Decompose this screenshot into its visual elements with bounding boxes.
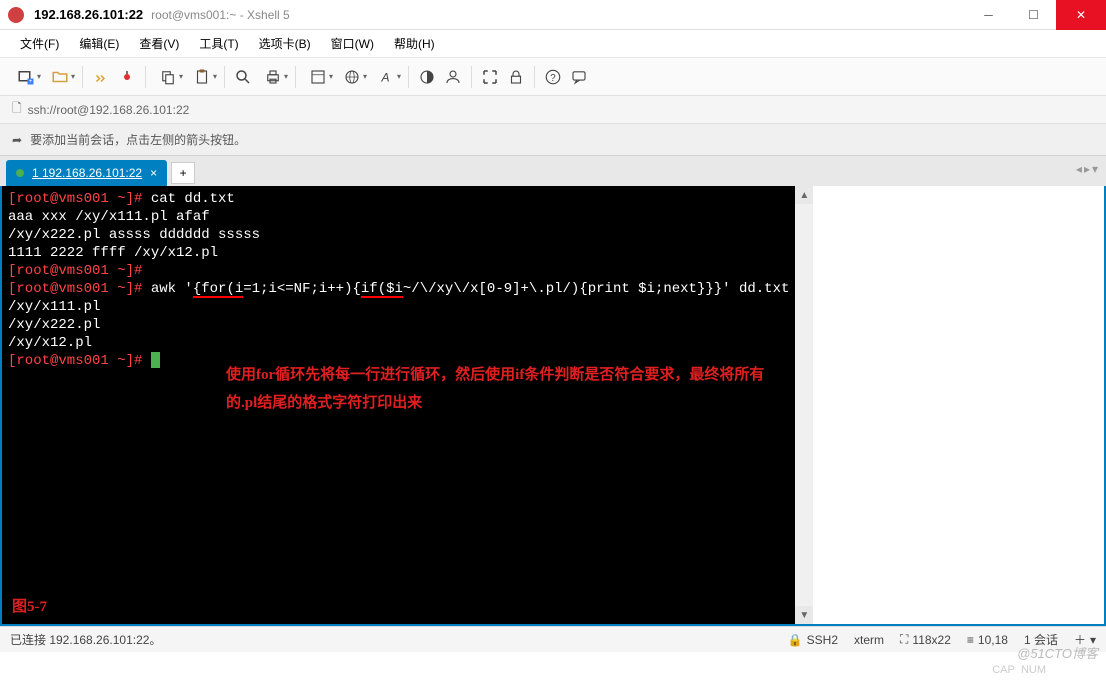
output-line: aaa xxx /xy/x111.pl afaf (8, 208, 789, 226)
window-controls: ─ ☐ ✕ (966, 0, 1106, 30)
tab-nav: ◂ ▸ ▾ (1076, 162, 1098, 176)
status-pos: ≡ 10,18 (967, 633, 1008, 647)
command: cat dd.txt (142, 191, 234, 207)
window-title-main: 192.168.26.101:22 (34, 7, 143, 22)
search-button[interactable] (231, 65, 255, 89)
app-icon (8, 7, 24, 23)
hint-arrow-icon[interactable]: ➦ (12, 133, 22, 147)
separator (408, 66, 409, 88)
separator (145, 66, 146, 88)
svg-text:+: + (29, 79, 33, 85)
prompt: [root@vms001 ~]# (8, 281, 142, 297)
address-url[interactable]: ssh://root@192.168.26.101:22 (28, 103, 190, 117)
output-line: /xy/x222.pl assss dddddd sssss (8, 226, 789, 244)
titlebar-text: 192.168.26.101:22 root@vms001:~ - Xshell… (34, 7, 966, 22)
cursor (151, 352, 160, 368)
hintbar: ➦ 要添加当前会话，点击左侧的箭头按钮。 (0, 124, 1106, 156)
tab-add-button[interactable]: + (171, 162, 195, 184)
open-button[interactable] (44, 65, 76, 89)
lock-button[interactable] (504, 65, 528, 89)
menu-tabs[interactable]: 选项卡(B) (251, 31, 319, 56)
statusbar: 已连接 192.168.26.101:22。 🔒SSH2 xterm ⛶ 118… (0, 626, 1106, 652)
fullscreen-button[interactable] (478, 65, 502, 89)
prompt: [root@vms001 ~]# (8, 263, 142, 279)
connection-status-icon (16, 169, 24, 177)
tab-list-icon[interactable]: ▾ (1092, 162, 1098, 176)
cap-num-overlay: CAP NUM (992, 664, 1046, 676)
connect-button[interactable] (89, 65, 113, 89)
help-button[interactable]: ? (541, 65, 565, 89)
close-button[interactable]: ✕ (1056, 0, 1106, 30)
status-size: ⛶ 118x22 (900, 632, 951, 647)
terminal-wrap: [root@vms001 ~]# cat dd.txt aaa xxx /xy/… (0, 186, 1106, 626)
tab-next-icon[interactable]: ▸ (1084, 162, 1090, 176)
watermark: @51CTO博客 (1017, 643, 1098, 662)
color-button[interactable] (415, 65, 439, 89)
underline-if: if($i (361, 280, 403, 298)
command: ~/\/xy\/x[0-9]+\.pl/){print $i;next}}}' … (403, 281, 789, 297)
web-button[interactable] (336, 65, 368, 89)
new-session-button[interactable]: + (10, 65, 42, 89)
menu-tools[interactable]: 工具(T) (191, 31, 246, 56)
terminal-content: [root@vms001 ~]# cat dd.txt aaa xxx /xy/… (8, 190, 789, 370)
tab-close-icon[interactable]: × (150, 166, 157, 180)
command: =1;i<=NF;i++){ (243, 281, 361, 297)
minimize-button[interactable]: ─ (966, 0, 1011, 30)
prompt: [root@vms001 ~]# (8, 191, 142, 207)
output-line: /xy/x222.pl (8, 316, 789, 334)
vertical-scrollbar[interactable]: ▲ ▼ (795, 186, 813, 624)
menu-help[interactable]: 帮助(H) (386, 31, 443, 56)
output-line: /xy/x12.pl (8, 334, 789, 352)
figure-label: 图5-7 (12, 598, 47, 616)
menu-edit[interactable]: 编辑(E) (71, 31, 127, 56)
tab-prev-icon[interactable]: ◂ (1076, 162, 1082, 176)
chat-button[interactable] (567, 65, 591, 89)
menu-window[interactable]: 窗口(W) (323, 31, 382, 56)
terminal[interactable]: [root@vms001 ~]# cat dd.txt aaa xxx /xy/… (2, 186, 795, 624)
scroll-track[interactable] (795, 204, 813, 606)
underline-for: {for(i (193, 280, 243, 298)
paste-button[interactable] (186, 65, 218, 89)
menu-view[interactable]: 查看(V) (131, 31, 187, 56)
separator (471, 66, 472, 88)
addressbar: 🗋 ssh://root@192.168.26.101:22 (0, 96, 1106, 124)
separator (295, 66, 296, 88)
font-button[interactable]: A (370, 65, 402, 89)
status-term: xterm (854, 633, 884, 647)
maximize-button[interactable]: ☐ (1011, 0, 1056, 30)
menu-file[interactable]: 文件(F) (12, 31, 67, 56)
lock-icon: 🔒 (788, 633, 803, 647)
lock-icon: 🗋 (12, 99, 22, 120)
svg-text:A: A (381, 70, 390, 84)
separator (534, 66, 535, 88)
status-connected: 已连接 192.168.26.101:22。 (10, 631, 788, 648)
separator (224, 66, 225, 88)
hint-text: 要添加当前会话，点击左侧的箭头按钮。 (30, 131, 246, 148)
scroll-up-icon[interactable]: ▲ (795, 186, 813, 204)
output-line: /xy/x111.pl (8, 298, 789, 316)
separator (82, 66, 83, 88)
disconnect-button[interactable] (115, 65, 139, 89)
resize-icon: ⛶ (900, 632, 908, 647)
properties-button[interactable] (302, 65, 334, 89)
toolbar: + A ? (0, 58, 1106, 96)
output-line: 1111 2222 ffff /xy/x12.pl (8, 244, 789, 262)
status-protocol: 🔒SSH2 (788, 633, 838, 647)
svg-text:?: ? (550, 72, 556, 83)
scroll-down-icon[interactable]: ▼ (795, 606, 813, 624)
titlebar: 192.168.26.101:22 root@vms001:~ - Xshell… (0, 0, 1106, 30)
prompt: [root@vms001 ~]# (8, 353, 142, 369)
tabbar: 1 192.168.26.101:22 × + ◂ ▸ ▾ (0, 156, 1106, 186)
annotation-text: 使用for循环先将每一行进行循环，然后使用if条件判断是否符合要求，最终将所有 … (226, 361, 764, 417)
tab-label: 1 192.168.26.101:22 (32, 166, 142, 180)
copy-button[interactable] (152, 65, 184, 89)
user-button[interactable] (441, 65, 465, 89)
window-title-sub: root@vms001:~ - Xshell 5 (151, 8, 290, 22)
session-tab[interactable]: 1 192.168.26.101:22 × (6, 160, 167, 186)
command: awk ' (142, 281, 192, 297)
menubar: 文件(F) 编辑(E) 查看(V) 工具(T) 选项卡(B) 窗口(W) 帮助(… (0, 30, 1106, 58)
print-button[interactable] (257, 65, 289, 89)
